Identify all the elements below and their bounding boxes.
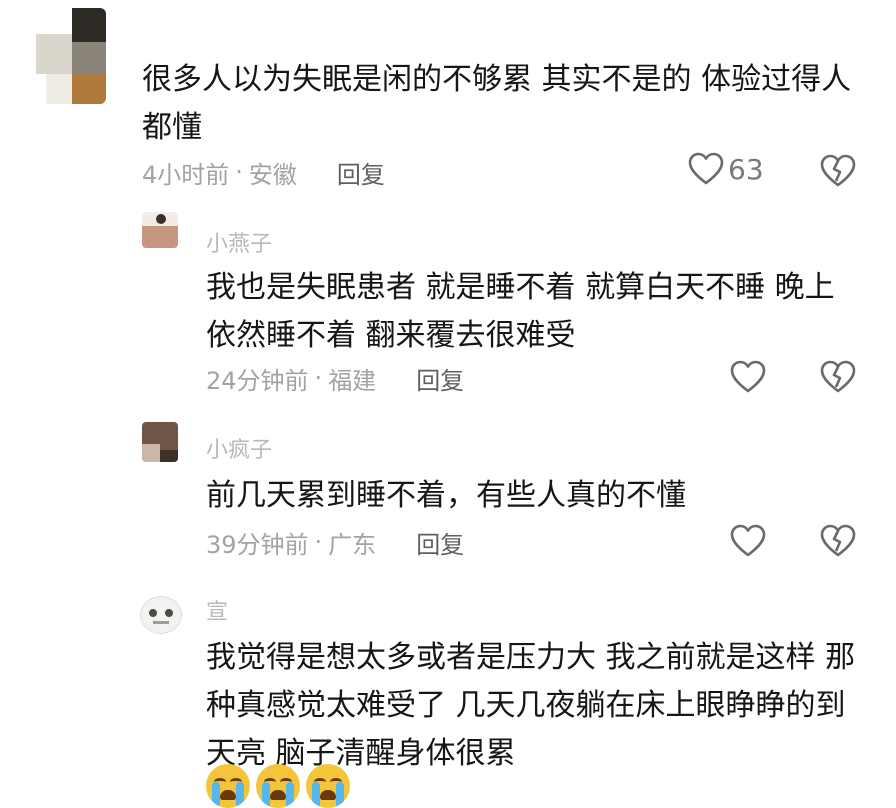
comment-meta: 4小时前 · 安徽 回复 <box>142 152 385 192</box>
comment-text: 前几天累到睡不着，有些人真的不懂 <box>206 478 686 513</box>
loudly-crying-face-emoji <box>206 764 250 808</box>
heart-outline-icon <box>688 152 724 185</box>
comment-meta: 24分钟前 · 福建 回复 <box>206 358 464 398</box>
avatar[interactable] <box>140 596 182 634</box>
dislike-button[interactable] <box>820 360 856 398</box>
comment-time: 4小时前 <box>142 160 230 189</box>
comment-location: 福建 <box>328 366 377 395</box>
comment-text: 我觉得是想太多或者是压力大 我之前就是这样 那种真感觉太难受了 几天几夜躺在床上… <box>206 640 856 771</box>
like-button[interactable] <box>730 524 770 558</box>
comment-time: 24分钟前 <box>206 366 309 395</box>
comment-meta: 39分钟前 · 广东 回复 <box>206 522 464 562</box>
broken-heart-outline-icon <box>820 524 856 557</box>
comment-time: 39分钟前 <box>206 530 309 559</box>
reply-button[interactable]: 回复 <box>416 361 464 396</box>
comment-text: 我也是失眠患者 就是睡不着 就算白天不睡 晚上依然睡不着 翻来覆去很难受 <box>206 270 835 353</box>
heart-outline-icon <box>730 524 766 557</box>
loudly-crying-face-emoji <box>306 764 350 808</box>
comment-location: 广东 <box>328 530 377 559</box>
dislike-button[interactable] <box>820 154 856 192</box>
comment-location: 安徽 <box>248 160 297 189</box>
meta-separator: · <box>235 158 243 186</box>
avatar[interactable] <box>36 8 106 104</box>
like-button[interactable] <box>730 360 770 394</box>
avatar[interactable] <box>142 212 178 248</box>
emoji-row <box>206 764 350 808</box>
reply-button[interactable]: 回复 <box>337 155 385 190</box>
comment-username[interactable]: 小燕子 <box>206 226 272 258</box>
like-count: 63 <box>728 152 764 186</box>
reply-button[interactable]: 回复 <box>416 525 464 560</box>
avatar[interactable] <box>142 422 178 462</box>
dislike-button[interactable] <box>820 524 856 562</box>
comment-text: 很多人以为失眠是闲的不够累 其实不是的 体验过得人都懂 <box>142 62 852 145</box>
like-button[interactable]: 63 <box>688 152 764 186</box>
meta-separator: · <box>314 528 323 556</box>
broken-heart-outline-icon <box>820 154 856 187</box>
comment-username[interactable]: 小疯子 <box>206 432 272 464</box>
heart-outline-icon <box>730 360 766 393</box>
broken-heart-outline-icon <box>820 360 856 393</box>
meta-separator: · <box>314 364 323 392</box>
comment-username[interactable]: 宣 <box>206 594 228 626</box>
loudly-crying-face-emoji <box>256 764 300 808</box>
